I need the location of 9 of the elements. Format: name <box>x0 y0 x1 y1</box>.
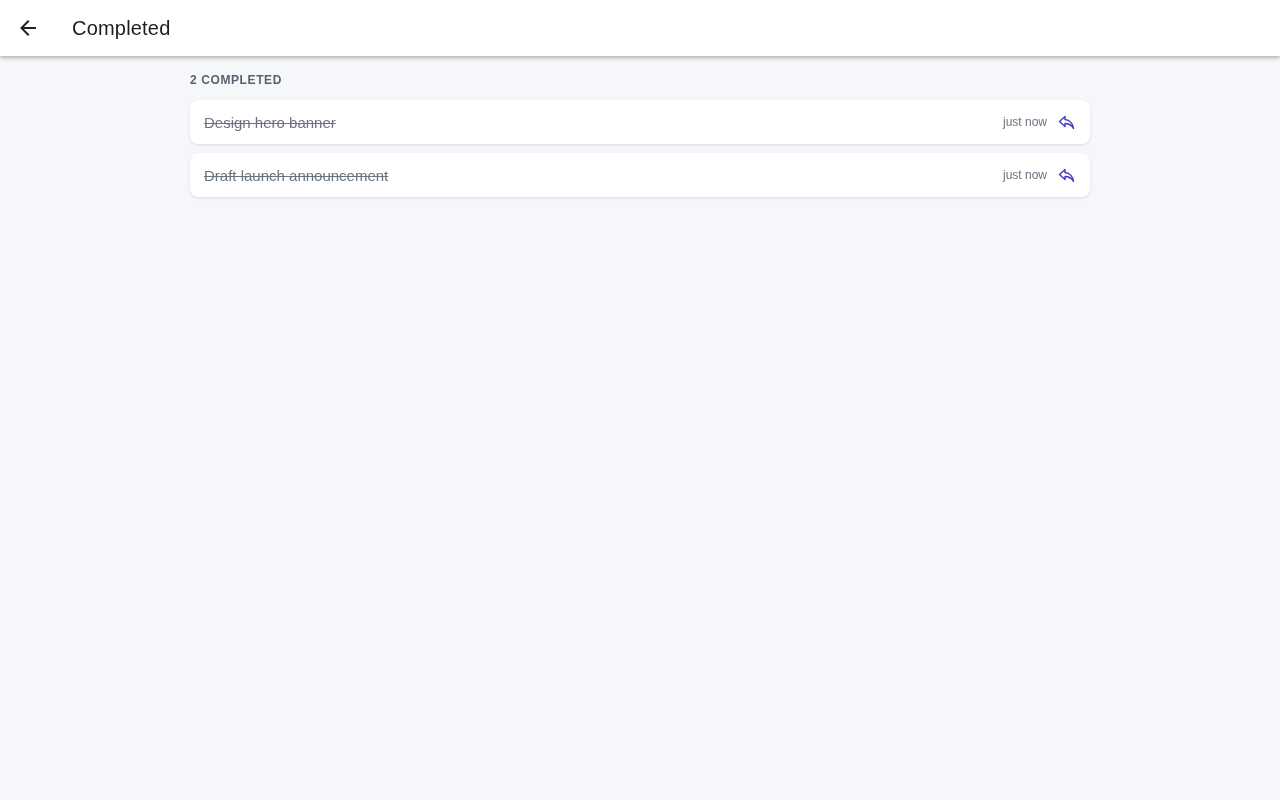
task-time: just now <box>1002 115 1047 129</box>
page-title: Completed <box>72 16 171 40</box>
undo-arrow-icon <box>1057 167 1075 183</box>
task-title: Design hero banner <box>204 113 337 131</box>
task-time: just now <box>1002 168 1047 182</box>
section-heading: 2 COMPLETED <box>190 73 283 87</box>
undo-arrow-icon <box>1057 114 1075 130</box>
back-arrow-icon <box>20 20 36 36</box>
task-title: Draft launch announcement <box>204 166 390 184</box>
